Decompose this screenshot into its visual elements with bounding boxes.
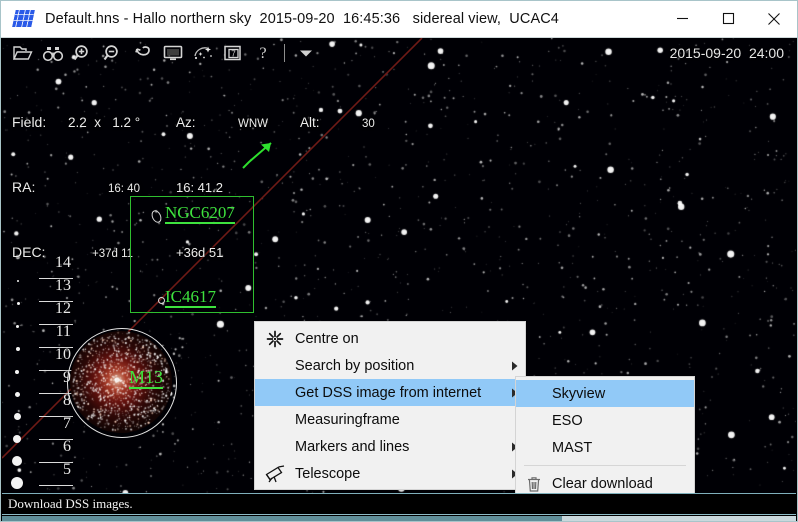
- undo-arrow-icon: [135, 46, 150, 56]
- ra-value-2: 16: 41.2: [176, 180, 223, 195]
- magnitude-row: 13: [17, 277, 73, 305]
- object-label-m13[interactable]: M13: [129, 368, 164, 389]
- magnitude-row: 8: [14, 392, 73, 420]
- binoculars-icon: [42, 47, 64, 62]
- context-menu: Centre on Search by position Get DSS ima…: [254, 321, 526, 490]
- deepsky-button[interactable]: [188, 40, 218, 66]
- zoom-out-button[interactable]: [98, 40, 128, 66]
- magnitude-row: 6: [12, 438, 73, 466]
- centre-asterisk-icon: [255, 330, 295, 348]
- submenu-item-eso[interactable]: ESO: [516, 407, 694, 434]
- object-marker-ic4617: [158, 297, 165, 304]
- magnitude-value: 10: [55, 346, 71, 363]
- submenu-item-label: MAST: [552, 439, 593, 456]
- magnitude-value: 5: [63, 461, 71, 478]
- horizontal-scrollbar[interactable]: [2, 514, 796, 521]
- menu-item-centre-on[interactable]: Centre on: [255, 325, 525, 352]
- sky-chart-canvas[interactable]: 7 ? 2015-09-20 24:00 Field: 2.2 x 1.2 °: [2, 38, 796, 493]
- submenu-separator: [524, 465, 686, 466]
- magnitude-value: 11: [55, 323, 71, 340]
- sky-grid-icon: [12, 8, 35, 30]
- more-button[interactable]: [291, 40, 321, 66]
- close-button[interactable]: [751, 1, 797, 37]
- menu-item-markers-and-lines[interactable]: Markers and lines: [255, 433, 525, 460]
- scrollbar-thumb[interactable]: [2, 516, 562, 521]
- alt-value: 30: [362, 118, 375, 130]
- object-label-ic4617[interactable]: IC4617: [165, 288, 216, 308]
- menu-item-label: Measuringframe: [295, 411, 400, 428]
- menu-item-measuringframe[interactable]: Measuringframe: [255, 406, 525, 433]
- submenu-item-mast[interactable]: MAST: [516, 434, 694, 461]
- zoom-in-button[interactable]: [68, 40, 98, 66]
- status-message: Download DSS images.: [8, 496, 133, 511]
- open-file-button[interactable]: [8, 40, 38, 66]
- magnitude-scale: 14 13 12 11 10 9 8 7 6 5: [11, 254, 73, 489]
- submenu-item-clear-download[interactable]: Clear download: [516, 470, 694, 493]
- search-button[interactable]: [38, 40, 68, 66]
- info-row-field: Field: 2.2 x 1.2 ° Az: WNW Alt: 30: [12, 112, 375, 135]
- direction-arrow-icon: [242, 142, 272, 169]
- magnitude-value: 14: [55, 254, 71, 271]
- menu-item-label: Markers and lines: [295, 438, 410, 455]
- submenu-item-label: Skyview: [552, 385, 606, 402]
- magnitude-value: 6: [63, 438, 71, 455]
- zoom-out-icon: [103, 45, 118, 61]
- az-value: WNW: [238, 118, 269, 130]
- monitor-icon: [163, 45, 183, 61]
- toolbar-datetime: 2015-09-20 24:00: [669, 45, 784, 61]
- magnitude-row: 10: [15, 346, 73, 374]
- open-folder-icon: [13, 46, 33, 60]
- alt-label: Alt:: [300, 115, 320, 130]
- ra-label: RA:: [12, 179, 36, 195]
- menu-item-search-by-position[interactable]: Search by position: [255, 352, 525, 379]
- question-mark-icon: ?: [259, 45, 266, 62]
- magnitude-value: 13: [55, 277, 71, 294]
- menu-item-label: Centre on: [295, 330, 359, 347]
- zoom-in-icon: [73, 45, 88, 61]
- status-bar: Download DSS images.: [2, 493, 796, 514]
- menu-item-label: Search by position: [295, 357, 415, 374]
- submenu-item-skyview[interactable]: Skyview: [516, 380, 694, 407]
- magnitude-row: 12: [16, 300, 73, 328]
- menu-item-label: Telescope: [295, 465, 361, 482]
- calendar-button[interactable]: 7: [218, 40, 248, 66]
- application-window: Default.hns - Hallo northern sky 2015-09…: [0, 0, 798, 522]
- fullscreen-button[interactable]: [158, 40, 188, 66]
- toolbar: 7 ? 2015-09-20 24:00: [2, 38, 796, 68]
- az-label: Az:: [176, 115, 196, 130]
- undo-button[interactable]: [128, 40, 158, 66]
- chevron-down-icon: [300, 50, 312, 57]
- title-bar: Default.hns - Hallo northern sky 2015-09…: [1, 1, 797, 38]
- magnitude-row: 14: [17, 254, 73, 282]
- magnitude-row: 5: [11, 461, 73, 489]
- calendar-7-icon: 7: [224, 45, 241, 61]
- object-label-ngc6207[interactable]: NGC6207: [165, 204, 235, 224]
- magnitude-value: 12: [55, 300, 71, 317]
- dss-source-submenu: Skyview ESO MAST Clear download: [515, 376, 695, 493]
- trash-icon: [516, 475, 552, 493]
- field-label: Field:: [12, 114, 47, 130]
- magnitude-row: 7: [13, 415, 73, 443]
- menu-item-telescope[interactable]: Telescope: [255, 460, 525, 487]
- window-controls: [659, 1, 797, 38]
- magnitude-row: 11: [16, 323, 73, 351]
- svg-text:?: ?: [259, 45, 266, 62]
- window-title: Default.hns - Hallo northern sky 2015-09…: [45, 11, 559, 27]
- submenu-arrow-icon: [505, 361, 525, 371]
- toolbar-separator: [284, 44, 285, 62]
- sparkle-stars-icon: [194, 46, 212, 60]
- help-button[interactable]: ?: [248, 40, 278, 66]
- submenu-item-label: Clear download: [552, 475, 653, 492]
- field-value: 2.2 x 1.2 °: [68, 115, 141, 130]
- telescope-icon: [255, 464, 295, 483]
- svg-text:7: 7: [231, 49, 236, 58]
- menu-item-label: Get DSS image from internet: [295, 384, 482, 401]
- menu-item-get-dss-image[interactable]: Get DSS image from internet: [255, 379, 525, 406]
- submenu-item-label: ESO: [552, 412, 583, 429]
- scrollbar-track[interactable]: [562, 516, 796, 521]
- minimize-button[interactable]: [659, 1, 705, 37]
- maximize-button[interactable]: [705, 1, 751, 37]
